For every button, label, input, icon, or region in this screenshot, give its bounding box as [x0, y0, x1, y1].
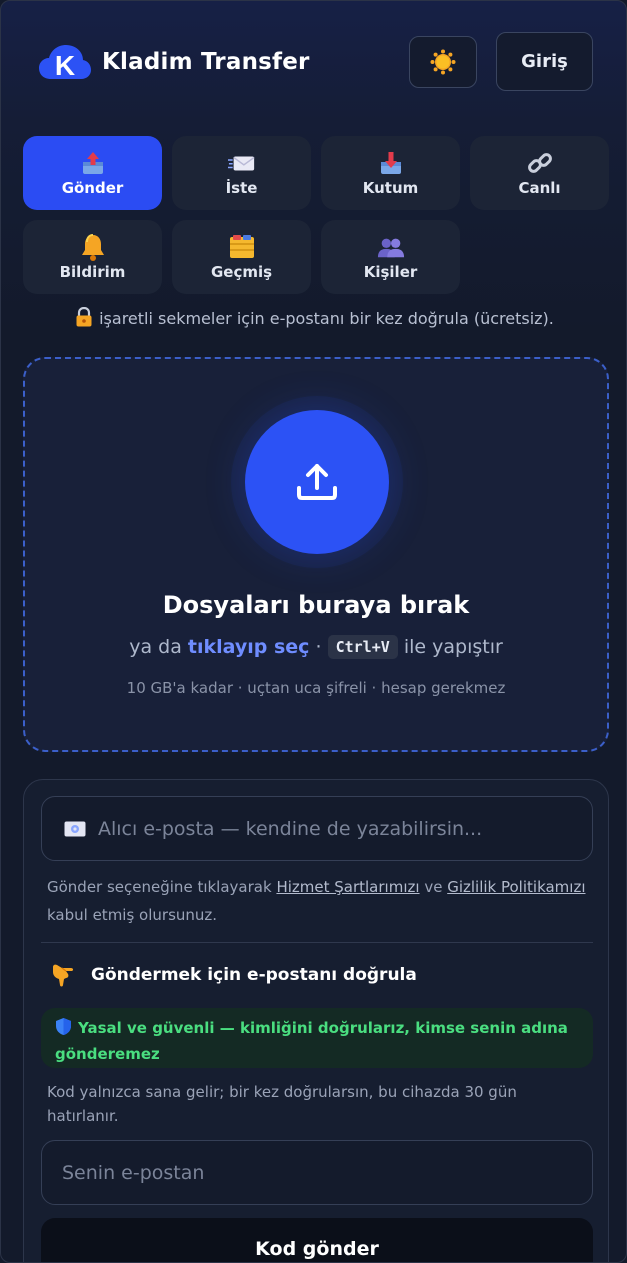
lock-icon — [76, 307, 92, 327]
notice-text: işaretli sekmeler için e-postanı bir kez… — [99, 309, 554, 328]
tab-label: Gönder — [61, 179, 124, 197]
sub-prefix: ya da — [129, 636, 182, 658]
terms-suffix: kabul etmiş olursunuz. — [47, 906, 218, 924]
recipient-email-input[interactable]: Alıcı e-posta — kendine de yazabilirsin.… — [41, 796, 593, 861]
dropzone-subtitle: ya da tıklayıp seç · Ctrl+V ile yapıştır — [25, 635, 607, 659]
tab-label: Geçmiş — [210, 263, 273, 281]
tab-kisiler[interactable]: Kişiler — [321, 220, 460, 294]
upload-button[interactable] — [245, 410, 389, 554]
sun-icon — [430, 49, 456, 75]
terms-text: Gönder seçeneğine tıklayarak Hizmet Şart… — [47, 873, 587, 929]
tab-kutum[interactable]: Kutum — [321, 136, 460, 210]
file-dropzone[interactable]: Dosyaları buraya bırak ya da tıklayıp se… — [23, 357, 609, 752]
verification-notice: işaretli sekmeler için e-postanı bir kez… — [1, 307, 626, 328]
link-icon — [526, 149, 554, 177]
privacy-policy-link[interactable]: Gizlilik Politikamızı — [447, 878, 585, 896]
app-frame: K Kladim Transfer Giriş Gönder İste Kutu… — [0, 0, 627, 1263]
tab-label: Kişiler — [363, 263, 418, 281]
dropzone-title: Dosyaları buraya bırak — [162, 591, 470, 619]
paste-shortcut-key: Ctrl+V — [327, 635, 398, 659]
outbox-tray-icon — [79, 149, 107, 177]
recipient-placeholder: Alıcı e-posta — kendine de yazabilirsin.… — [98, 817, 483, 840]
select-files-link[interactable]: tıklayıp seç — [188, 636, 310, 658]
divider — [41, 942, 593, 943]
tab-label: Bildirim — [59, 263, 126, 281]
send-code-button[interactable]: Kod gönder — [41, 1218, 593, 1262]
dropzone-note: 10 GB'a kadar · uçtan uca şifreli · hesa… — [126, 679, 506, 697]
terms-prefix: Gönder seçeneğine tıklayarak — [47, 878, 272, 896]
upload-icon — [297, 464, 337, 500]
shield-icon — [56, 1018, 71, 1035]
tab-canli[interactable]: Canlı — [470, 136, 609, 210]
tab-bildirim[interactable]: Bildirim — [23, 220, 162, 294]
terms-of-service-link[interactable]: Hizmet Şartlarımızı — [276, 878, 419, 896]
tab-gecmis[interactable]: Geçmiş — [172, 220, 311, 294]
send-form-card: Alıcı e-posta — kendine de yazabilirsin.… — [23, 779, 609, 1262]
sender-email-placeholder: Senin e-postan — [62, 1161, 205, 1184]
theme-toggle-button[interactable] — [409, 36, 477, 88]
tab-label: Kutum — [362, 179, 419, 197]
sender-email-input[interactable]: Senin e-postan — [41, 1140, 593, 1205]
verify-title: Göndermek için e-postanı doğrula — [91, 965, 417, 985]
logo-letter: K — [55, 50, 75, 81]
code-hint: Kod yalnızca sana gelir; bir kez doğrula… — [47, 1083, 517, 1125]
security-badge: Yasal ve güvenli — kimliğini doğrularız,… — [41, 1008, 593, 1068]
header: K Kladim Transfer Giriş — [1, 1, 626, 125]
tab-gonder[interactable]: Gönder — [23, 136, 162, 210]
pointing-hand-icon — [53, 964, 74, 987]
busts-icon — [377, 233, 405, 261]
verify-heading: Göndermek için e-postanı doğrula — [49, 960, 417, 990]
inbox-tray-icon — [377, 149, 405, 177]
login-button[interactable]: Giriş — [496, 32, 593, 91]
sub-separator: · — [315, 636, 322, 658]
tab-iste[interactable]: İste — [172, 136, 311, 210]
tab-label: İste — [225, 179, 258, 197]
sub-suffix: ile yapıştır — [403, 636, 503, 658]
envelope-icon — [64, 821, 86, 836]
brand-name[interactable]: Kladim Transfer — [102, 49, 310, 75]
card-index-dividers-icon — [228, 233, 256, 261]
security-text: Yasal ve güvenli — kimliğini doğrularız,… — [55, 1019, 568, 1063]
terms-mid: ve — [424, 878, 443, 896]
tab-label: Canlı — [518, 179, 561, 197]
cloud-logo-icon[interactable]: K — [39, 45, 91, 81]
incoming-envelope-icon — [227, 149, 256, 177]
bell-icon — [79, 233, 107, 261]
